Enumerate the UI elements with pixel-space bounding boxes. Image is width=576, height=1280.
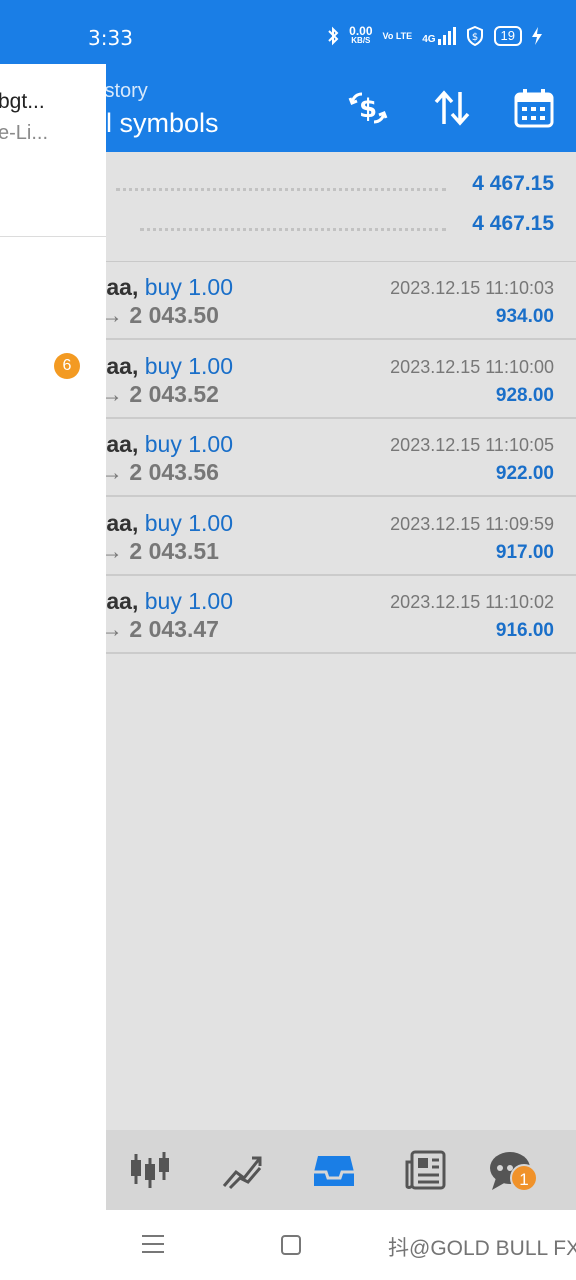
trade-time: 2023.12.15 11:09:59 [390,514,554,534]
side-drawer[interactable]: bgt... e-Li... 6 [0,64,106,1210]
bluetooth-icon [328,26,339,46]
notification-badge: 6 [54,353,80,379]
nav-trade[interactable] [312,1148,356,1192]
trade-close-price: → 2 043.56 [100,459,219,485]
trade-close-price: → 2 043.50 [100,302,219,328]
dotted-leader [140,228,446,231]
system-nav-bar: 抖@GOLD BULL FX [0,1210,576,1280]
trade-type: buy 1.00 [144,431,234,457]
summary-value: 4 467.15 [472,212,554,235]
svg-text:$: $ [471,32,477,43]
recent-apps-button[interactable] [142,1235,164,1255]
trade-profit: 934.00 [495,306,554,327]
trade-time: 2023.12.15 11:10:02 [390,592,554,612]
nav-quotes[interactable] [128,1148,172,1192]
dotted-leader [116,188,446,191]
chat-badge: 1 [510,1164,538,1192]
summary-value: 4 467.15 [472,172,554,195]
watermark: 抖@GOLD BULL FX [388,1237,576,1260]
trade-close-price: → 2 043.51 [100,538,219,564]
svg-text:$: $ [359,94,377,124]
nav-chart[interactable] [220,1148,264,1192]
charging-icon [532,27,542,45]
trade-type: buy 1.00 [144,274,234,300]
trade-time: 2023.12.15 11:10:03 [390,278,554,298]
drawer-account-name[interactable]: bgt... [0,90,45,114]
status-icons: 0.00 KB/S Vo LTE 4G $ 19 [327,24,542,46]
trade-profit: 922.00 [495,463,554,484]
status-time: 3:33 [88,26,133,50]
trade-profit: 916.00 [495,620,554,641]
chart-icon [222,1156,262,1190]
calendar-icon [514,89,554,128]
trade-close-price: → 2 043.47 [100,616,219,642]
header-subtitle: istory [100,80,148,102]
signal-icon: 4G [422,27,456,45]
trade-type: buy 1.00 [144,510,234,536]
nav-news[interactable] [404,1148,448,1192]
trade-type: buy 1.00 [144,588,234,614]
currency-exchange-button[interactable]: $ [346,86,390,130]
drawer-account-server: e-Li... [0,122,49,144]
sort-button[interactable] [430,86,474,130]
header-title[interactable]: ll symbols [100,108,219,139]
calendar-button[interactable] [512,86,556,130]
battery-indicator: 19 [493,26,522,46]
volte-indicator: Vo LTE [382,30,413,41]
shield-dollar-icon: $ [466,26,483,46]
trade-time: 2023.12.15 11:10:05 [390,435,554,455]
trade-type: buy 1.00 [144,353,234,379]
quotes-icon [131,1152,169,1188]
news-icon [405,1150,446,1190]
currency-exchange-icon: $ [348,92,388,124]
network-speed: 0.00 KB/S [349,24,373,45]
trade-profit: 928.00 [495,385,554,406]
trade-time: 2023.12.15 11:10:00 [390,357,554,377]
trade-profit: 917.00 [495,542,554,563]
trade-icon [314,1156,354,1186]
status-bar: 3:33 0.00 KB/S Vo LTE 4G $ 19 [0,0,576,64]
sort-icon [434,90,470,126]
divider [0,236,106,237]
home-button[interactable] [281,1235,301,1255]
trade-close-price: → 2 043.52 [100,381,219,407]
